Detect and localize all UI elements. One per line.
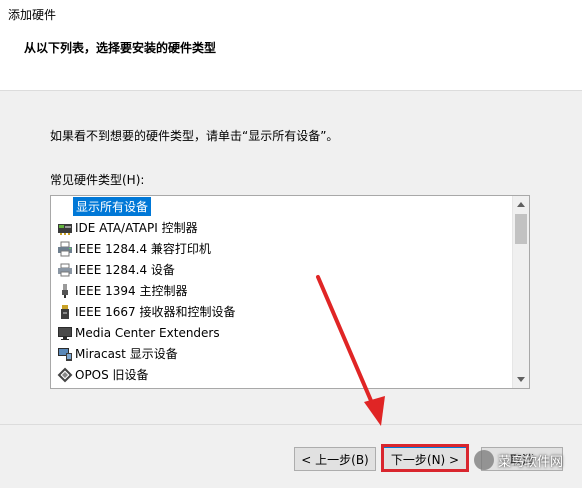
list-item-ieee1284-device[interactable]: IEEE 1284.4 设备 bbox=[51, 259, 512, 280]
wizard-content: 如果看不到想要的硬件类型，请单击“显示所有设备”。 常见硬件类型(H): 显示所… bbox=[0, 91, 582, 424]
next-button[interactable]: 下一步(N) > bbox=[383, 447, 467, 471]
back-button[interactable]: < 上一步(B) bbox=[294, 447, 376, 471]
firewire-icon bbox=[57, 283, 73, 299]
list-item-ide-controller[interactable]: IDE ATA/ATAPI 控制器 bbox=[51, 217, 512, 238]
list-scrollbar[interactable] bbox=[512, 196, 529, 388]
printer-icon bbox=[57, 241, 73, 257]
list-item-label: IEEE 1394 主控制器 bbox=[75, 284, 188, 298]
printer-device-icon bbox=[57, 262, 73, 278]
list-item-miracast-display[interactable]: Miracast 显示设备 bbox=[51, 343, 512, 364]
miracast-icon bbox=[57, 346, 73, 362]
watermark: 菜鸟软件网 bbox=[474, 448, 578, 472]
list-item-label: 显示所有设备 bbox=[73, 197, 152, 216]
watermark-logo-icon bbox=[474, 450, 494, 470]
list-item-label: Media Center Extenders bbox=[75, 325, 220, 340]
scroll-up-arrow-icon[interactable] bbox=[513, 196, 529, 213]
list-item-label: OPOS 旧设备 bbox=[75, 368, 149, 382]
list-item-opos-legacy[interactable]: OPOS 旧设备 bbox=[51, 364, 512, 385]
opos-icon bbox=[57, 367, 73, 383]
monitor-icon bbox=[57, 325, 73, 341]
hardware-list-label: 常见硬件类型(H): bbox=[50, 173, 145, 187]
list-item-media-center-extenders[interactable]: Media Center Extenders bbox=[51, 322, 512, 343]
list-item-label: IEEE 1284.4 兼容打印机 bbox=[75, 242, 211, 256]
list-item-ieee1667-device[interactable]: IEEE 1667 接收器和控制设备 bbox=[51, 301, 512, 322]
wizard-header: 添加硬件 从以下列表，选择要安装的硬件类型 bbox=[0, 0, 582, 91]
ide-controller-icon bbox=[57, 220, 73, 236]
list-item-label: IDE ATA/ATAPI 控制器 bbox=[75, 221, 198, 235]
storage-icon bbox=[57, 304, 73, 320]
list-item-ieee1394-controller[interactable]: IEEE 1394 主控制器 bbox=[51, 280, 512, 301]
page-heading: 从以下列表，选择要安装的硬件类型 bbox=[24, 41, 217, 55]
list-item-show-all-devices[interactable]: 显示所有设备 bbox=[51, 196, 512, 217]
list-item-label: Miracast 显示设备 bbox=[75, 347, 178, 361]
list-item-ieee1284-printer[interactable]: IEEE 1284.4 兼容打印机 bbox=[51, 238, 512, 259]
list-item-label: IEEE 1667 接收器和控制设备 bbox=[75, 305, 236, 319]
scroll-down-arrow-icon[interactable] bbox=[513, 371, 529, 388]
hardware-type-listbox[interactable]: 显示所有设备 IDE ATA/ATAPI 控制器 IEEE 1284.4 兼容打… bbox=[50, 195, 530, 389]
list-item-label: IEEE 1284.4 设备 bbox=[75, 263, 175, 277]
scrollbar-thumb[interactable] bbox=[515, 214, 527, 244]
window-title: 添加硬件 bbox=[8, 8, 57, 22]
hint-text: 如果看不到想要的硬件类型，请单击“显示所有设备”。 bbox=[50, 129, 339, 143]
watermark-text: 菜鸟软件网 bbox=[498, 454, 564, 470]
hardware-list-items: 显示所有设备 IDE ATA/ATAPI 控制器 IEEE 1284.4 兼容打… bbox=[51, 196, 512, 388]
